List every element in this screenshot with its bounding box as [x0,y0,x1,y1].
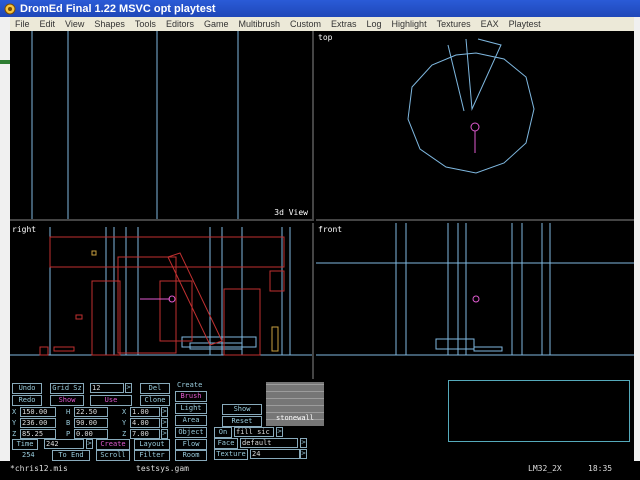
status-file: *chris12.mis [10,464,68,473]
z-size-field[interactable]: 7.00 [130,429,160,439]
z-size-label: Z [122,430,127,438]
menu-extras[interactable]: Extras [326,19,362,29]
viewport-top[interactable]: top [316,31,634,221]
viewport-right-label: right [12,225,37,234]
dromed-window: DromEd Final 1.22 MSVC opt playtest File… [0,0,640,480]
create-time-button[interactable]: Create [96,439,130,450]
reset-button[interactable]: Reset [222,416,262,427]
y-size-arrow[interactable]: > [161,418,168,428]
grid-size-arrow[interactable]: > [125,383,132,393]
z-size-arrow[interactable]: > [161,429,168,439]
status-time: 18:35 [588,464,613,473]
pitch-label: P [66,430,71,438]
y-position-field[interactable]: 236.00 [20,418,56,428]
y-label: Y [12,419,17,427]
fill-field[interactable]: fill sic [234,427,274,437]
viewport-front-wireframe [316,223,634,356]
on-button[interactable]: On [214,427,232,438]
bank-field[interactable]: 90.00 [74,418,108,428]
viewport-front-label: front [318,225,343,234]
title-bar[interactable]: DromEd Final 1.22 MSVC opt playtest [0,0,640,17]
menu-file[interactable]: File [10,19,35,29]
delete-button[interactable]: Del [140,383,170,394]
heading-label: H [66,408,71,416]
menu-eax[interactable]: EAX [476,19,504,29]
flow-button[interactable]: Flow [175,439,207,450]
filter-button[interactable]: Filter [134,450,170,461]
control-panel: Undo Redo Grid Sz 12 > Show Use Del Clon… [10,380,634,461]
bank-label: B [66,419,71,427]
viewport-3d[interactable]: 3d View [10,31,314,221]
count-value: 254 [22,451,35,459]
menu-tools[interactable]: Tools [130,19,161,29]
show-button[interactable]: Show [50,395,84,406]
menu-shapes[interactable]: Shapes [89,19,130,29]
layout-button[interactable]: Layout [134,439,170,450]
x-size-arrow[interactable]: > [161,407,168,417]
menu-textures[interactable]: Textures [432,19,476,29]
light-button[interactable]: Light [175,403,207,414]
use-button[interactable]: Use [90,395,132,406]
face-field[interactable]: default [240,438,298,448]
window-title: DromEd Final 1.22 MSVC opt playtest [20,2,216,15]
viewport-3d-label: 3d View [274,208,308,217]
menu-playtest[interactable]: Playtest [504,19,546,29]
scroll-button[interactable]: Scroll [96,450,130,461]
brush-button[interactable]: Brush [175,391,207,402]
fill-arrow[interactable]: > [276,427,283,437]
y-size-label: Y [122,419,127,427]
undo-button[interactable]: Undo [12,383,42,394]
object-button[interactable]: Object [175,427,207,438]
menu-custom[interactable]: Custom [285,19,326,29]
redo-button[interactable]: Redo [12,395,42,406]
status-bar: *chris12.mis testsys.gam LM32_2X 18:35 [0,461,640,480]
menu-view[interactable]: View [60,19,89,29]
viewport-top-wireframe [407,38,535,174]
time-field[interactable]: 242 [44,439,84,449]
status-lightmap: LM32_2X [528,464,562,473]
menu-multibrush[interactable]: Multibrush [233,19,285,29]
grid-size-button[interactable]: Grid Sz [50,383,84,394]
menu-edit[interactable]: Edit [35,19,61,29]
viewport-right[interactable]: right [10,223,314,379]
clone-button[interactable]: Clone [140,395,170,406]
y-size-field[interactable]: 4.00 [130,418,160,428]
to-end-button[interactable]: To End [52,450,90,461]
menu-game[interactable]: Game [199,19,234,29]
viewport-top-label: top [318,33,333,42]
time-button[interactable]: Time [12,439,38,450]
area-button[interactable]: Area [175,415,207,426]
menu-bar: File Edit View Shapes Tools Editors Game… [10,17,634,31]
minimap-view[interactable] [448,380,630,442]
heading-field[interactable]: 22.50 [74,407,108,417]
status-gam: testsys.gam [136,464,189,473]
menu-log[interactable]: Log [362,19,387,29]
texture-field[interactable]: 24 [250,449,300,459]
grid-size-field[interactable]: 12 [90,383,124,393]
z-label: Z [12,430,17,438]
face-arrow[interactable]: > [300,438,307,448]
time-arrow[interactable]: > [86,439,93,449]
viewport-front[interactable]: front [316,223,634,379]
x-label: X [12,408,17,416]
viewport-right-wireframe [10,227,312,356]
texture-button[interactable]: Texture [214,449,248,460]
x-position-field[interactable]: 150.00 [20,407,56,417]
show-texture-button[interactable]: Show [222,404,262,415]
viewport-3d-wireframe [31,31,239,219]
x-size-field[interactable]: 1.00 [130,407,160,417]
texture-name: stonewall [276,414,314,422]
face-button[interactable]: Face [214,438,238,449]
menu-highlight[interactable]: Highlight [387,19,432,29]
room-button[interactable]: Room [175,450,207,461]
create-label: Create [177,381,203,389]
x-size-label: X [122,408,127,416]
z-position-field[interactable]: 85.25 [20,429,56,439]
texture-arrow[interactable]: > [300,449,307,459]
pitch-field[interactable]: 0.00 [74,429,108,439]
dromed-app-icon [4,3,16,14]
menu-editors[interactable]: Editors [161,19,199,29]
